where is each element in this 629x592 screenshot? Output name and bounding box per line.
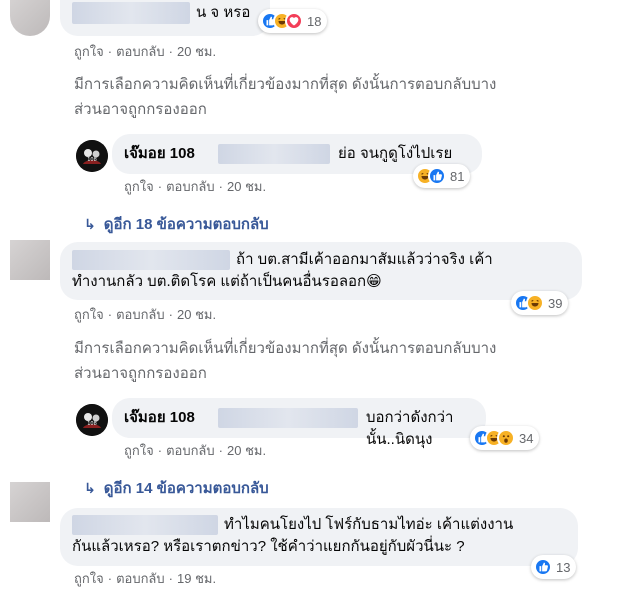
reply-bubble: เจ๊มอย 108 บอกว่าดังกว่านั้น..นิดนุง: [112, 398, 486, 448]
svg-text:108: 108: [87, 157, 97, 163]
commenter-avatar[interactable]: [10, 240, 50, 280]
like-link[interactable]: ถูกใจ: [74, 571, 104, 586]
comment-text-line2: กันแล้วเหรอ? หรือเราตกข่าว? ใช้คำว่าแยกก…: [72, 538, 465, 555]
redacted-name: [72, 250, 230, 270]
redacted-mention: [218, 144, 330, 164]
redacted-name: [72, 515, 218, 535]
reaction-summary[interactable]: 34: [470, 426, 540, 450]
reaction-summary[interactable]: 81: [413, 164, 471, 188]
timestamp[interactable]: 19 ชม.: [177, 571, 216, 586]
reaction-count: 39: [548, 295, 563, 311]
like-link[interactable]: ถูกใจ: [74, 307, 104, 322]
commenter-avatar[interactable]: [10, 482, 50, 522]
view-more-replies[interactable]: ↳ ดูอีก 14 ข้อความตอบกลับ: [84, 476, 269, 500]
comment-bubble: ทำไมคนโยงไป โฟร์กับธามไทอ่ะ เค้าแต่งงาน …: [60, 508, 578, 566]
like-icon: [428, 167, 446, 185]
like-link[interactable]: ถูกใจ: [74, 44, 104, 59]
timestamp[interactable]: 20 ชม.: [227, 443, 266, 458]
reaction-summary[interactable]: 18: [258, 9, 328, 33]
comment-bubble: ถ้า บต.สามีเค้าออกมาสัมแล้วว่าจริง เค้า …: [60, 242, 582, 300]
comment-text-line2: ทำงานกลัว บต.ติดโรค แต่ถ้าเป็นคนอื่นรอลอ…: [72, 273, 382, 290]
comment-actions: ถูกใจ · ตอบกลับ · 19 ชม.: [74, 571, 217, 586]
reply-link[interactable]: ตอบกลับ: [116, 571, 165, 586]
reply-actions: ถูกใจ · ตอบกลับ · 20 ชม.: [124, 443, 267, 458]
reply-author[interactable]: เจ๊มอย 108: [124, 407, 195, 429]
wow-icon: [497, 429, 515, 447]
comment-actions: ถูกใจ · ตอบกลับ · 20 ชม.: [74, 307, 217, 322]
view-more-replies[interactable]: ↳ ดูอีก 18 ข้อความตอบกลับ: [84, 212, 269, 236]
comment-text: น จ หรอ: [196, 4, 251, 21]
reply-author[interactable]: เจ๊มอย 108: [124, 143, 195, 165]
reaction-count: 34: [519, 430, 534, 446]
reaction-count: 13: [556, 559, 571, 575]
reply-text: บอกว่าดังกว่านั้น..นิดนุง: [366, 409, 454, 448]
comment-text-line1: ถ้า บต.สามีเค้าออกมาสัมแล้วว่าจริง เค้า: [236, 251, 493, 268]
filter-notice: มีการเลือกความคิดเห็นที่เกี่ยวข้องมากที่…: [74, 76, 497, 118]
reaction-count: 81: [450, 168, 465, 184]
page-avatar[interactable]: 108: [76, 140, 108, 172]
reply-actions: ถูกใจ · ตอบกลับ · 20 ชม.: [124, 179, 267, 194]
reaction-summary[interactable]: 39: [511, 291, 569, 315]
reply-link[interactable]: ตอบกลับ: [116, 44, 165, 59]
commenter-avatar[interactable]: [10, 0, 50, 36]
svg-text:108: 108: [87, 421, 97, 427]
timestamp[interactable]: 20 ชม.: [227, 179, 266, 194]
comment-bubble: น จ หรอ: [60, 0, 270, 36]
timestamp[interactable]: 20 ชม.: [177, 307, 216, 322]
reply-link[interactable]: ตอบกลับ: [166, 179, 215, 194]
reply-text: ย่อ จนกูดูโง่ไปเรย: [338, 145, 453, 162]
reply-link[interactable]: ตอบกลับ: [166, 443, 215, 458]
reaction-count: 18: [307, 13, 322, 29]
reply-arrow-icon: ↳: [84, 479, 96, 496]
redacted-mention: [218, 408, 358, 428]
like-link[interactable]: ถูกใจ: [124, 443, 154, 458]
filter-notice: มีการเลือกความคิดเห็นที่เกี่ยวข้องมากที่…: [74, 340, 497, 382]
reaction-summary[interactable]: 13: [531, 555, 577, 579]
reply-link[interactable]: ตอบกลับ: [116, 307, 165, 322]
page-avatar[interactable]: 108: [76, 404, 108, 436]
comment-text-line1: ทำไมคนโยงไป โฟร์กับธามไทอ่ะ เค้าแต่งงาน: [224, 516, 514, 533]
redacted-name: [72, 2, 190, 24]
like-link[interactable]: ถูกใจ: [124, 179, 154, 194]
like-icon: [534, 558, 552, 576]
comment-actions: ถูกใจ · ตอบกลับ · 20 ชม.: [74, 44, 217, 59]
reply-arrow-icon: ↳: [84, 215, 96, 232]
love-icon: [285, 12, 303, 30]
timestamp[interactable]: 20 ชม.: [177, 44, 216, 59]
haha-icon: [526, 294, 544, 312]
